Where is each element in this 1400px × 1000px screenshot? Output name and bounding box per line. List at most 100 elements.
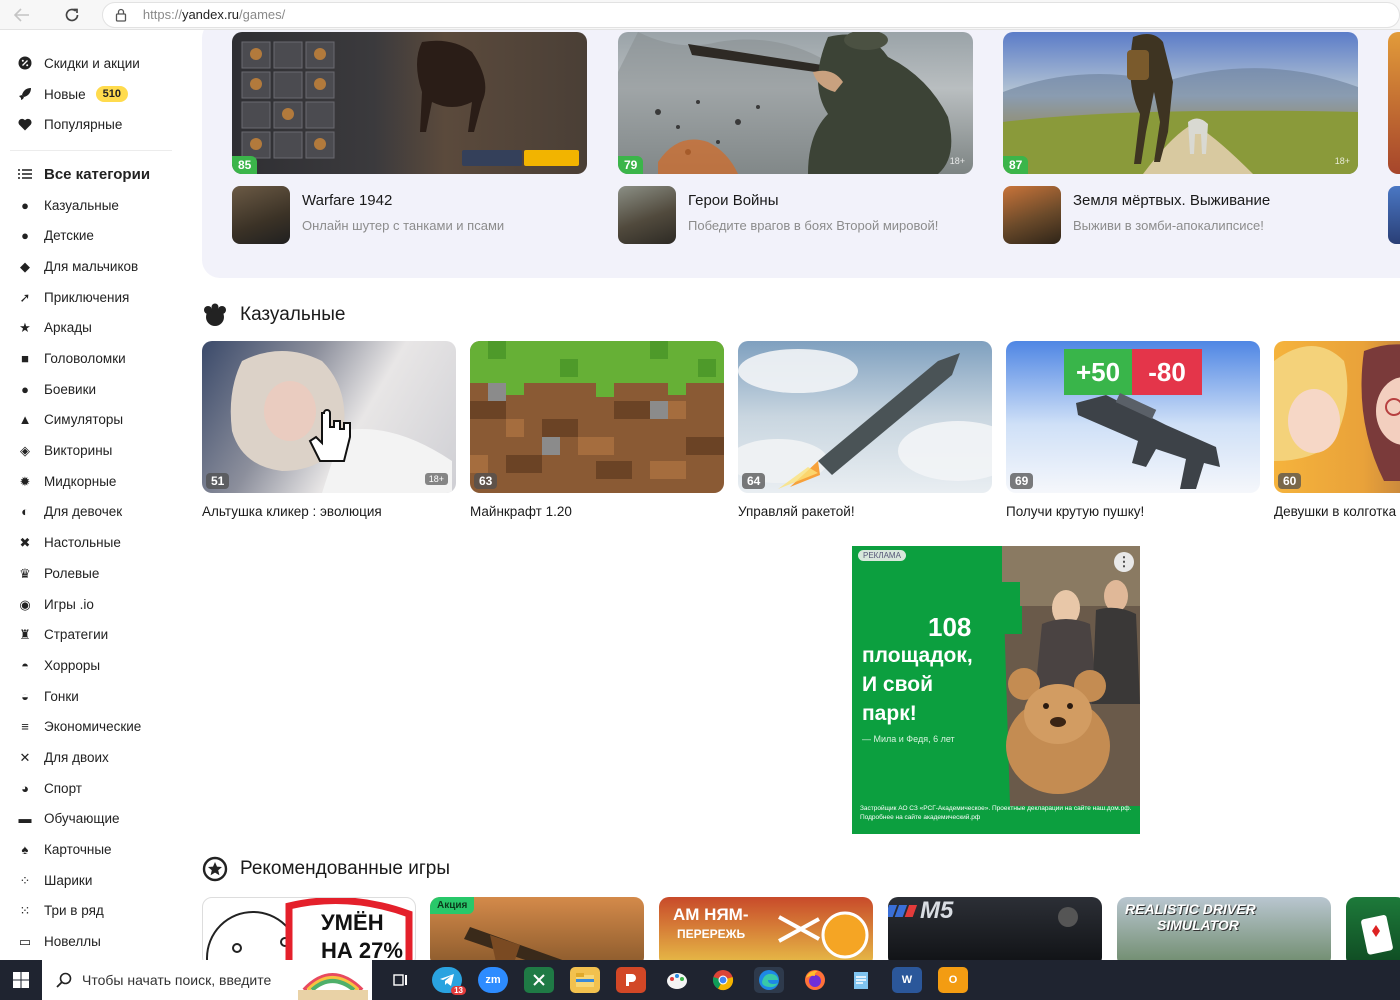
sidebar-item-category[interactable]: ✕ Для двоих	[0, 742, 182, 773]
game-cover[interactable]: 87 18+	[1003, 32, 1358, 174]
game-title[interactable]: Управляй ракетой!	[738, 504, 992, 519]
sidebar-item-category[interactable]: ◉ Игры .io	[0, 589, 182, 620]
rating-badge: 63	[474, 473, 498, 489]
sidebar-item-category[interactable]: ▲ Симуляторы	[0, 405, 182, 436]
rec-card-text: M5	[920, 897, 954, 924]
reload-button[interactable]	[58, 1, 86, 29]
sidebar-item-category[interactable]: ◐ Для девочек	[0, 497, 182, 528]
sidebar-item-category[interactable]: ◆ Для мальчиков	[0, 251, 182, 282]
game-title[interactable]: Получи крутую пушку!	[1006, 504, 1260, 519]
sidebar-item-category[interactable]: ● Боевики	[0, 374, 182, 405]
search-placeholder: Чтобы начать поиск, введите	[82, 972, 272, 988]
sidebar-item-category[interactable]: ◓ Хорроры	[0, 650, 182, 681]
excel-icon[interactable]	[524, 967, 554, 993]
sidebar-item-category[interactable]: ⁘ Шарики	[0, 865, 182, 896]
sidebar-item-label: Головоломки	[44, 351, 126, 367]
two-players-icon: ✕	[19, 749, 31, 765]
recommended-game-card[interactable]: АМ НЯМ- ПЕРЕРЕЖЬ	[659, 897, 873, 960]
game-cover[interactable]: 51 18+	[202, 341, 456, 493]
sidebar-item-category[interactable]: ≡ Экономические	[0, 711, 182, 742]
sidebar-item-popular[interactable]: Популярные	[0, 109, 182, 140]
sidebar-item-category[interactable]: ■ Головоломки	[0, 343, 182, 374]
game-title[interactable]: Герои Войны	[688, 192, 938, 209]
game-cover[interactable]: 79 18+	[618, 32, 973, 174]
sidebar-item-discounts[interactable]: Скидки и акции	[0, 48, 182, 79]
section-title-recommended[interactable]: Рекомендованные игры	[202, 856, 450, 882]
lock-icon	[115, 8, 129, 22]
taskbar-search-input[interactable]: Чтобы начать поиск, введите	[42, 960, 372, 1000]
game-card[interactable]: 51 18+ Альтушка кликер : эволюция	[202, 341, 456, 519]
outlook-icon[interactable]: O	[938, 967, 968, 993]
paint-icon[interactable]	[662, 967, 692, 993]
rating-badge: 85	[232, 156, 258, 174]
sidebar-item-category[interactable]: ★ Аркады	[0, 313, 182, 344]
sidebar-item-category[interactable]: ▬ Обучающие	[0, 804, 182, 835]
sidebar-item-all-categories[interactable]: Все категории	[0, 159, 182, 190]
game-cover[interactable]: 60	[1274, 341, 1400, 493]
sidebar-item-category[interactable]: ◕ Спорт	[0, 773, 182, 804]
outlook-label: O	[948, 974, 958, 986]
game-cover[interactable]: 64	[738, 341, 992, 493]
game-title[interactable]: Warfare 1942	[302, 192, 504, 209]
firefox-icon[interactable]	[800, 967, 830, 993]
featured-game-card-partial[interactable]	[1388, 32, 1400, 174]
featured-game-card[interactable]: 79 18+ Герои Войны Победите врагов в боя…	[618, 32, 973, 244]
game-title[interactable]: Майнкрафт 1.20	[470, 504, 724, 519]
advertisement-banner[interactable]: РЕКЛАМА ⋮ 108 площадок, И свой парк! — М…	[852, 546, 1140, 834]
game-title[interactable]: Альтушка кликер : эволюция	[202, 504, 456, 519]
sidebar-item-category[interactable]: ✹ Мидкорные	[0, 466, 182, 497]
ad-menu-button[interactable]: ⋮	[1114, 552, 1134, 572]
notepad-icon[interactable]	[846, 967, 876, 993]
telegram-icon[interactable]: 13	[432, 967, 466, 995]
sidebar-item-category[interactable]: ● Казуальные	[0, 190, 182, 221]
game-cover[interactable]: 63	[470, 341, 724, 493]
recommended-game-card-partial[interactable]	[1346, 897, 1400, 960]
game-title[interactable]: Земля мёртвых. Выживание	[1073, 192, 1270, 209]
zoom-icon[interactable]: zm	[478, 967, 508, 993]
sidebar-item-label: Для девочек	[44, 504, 123, 520]
sidebar-item-category[interactable]: ▭ Новеллы	[0, 926, 182, 957]
powerpoint-icon[interactable]	[616, 967, 646, 993]
featured-game-card[interactable]: 85 Warfare 1942 Онлайн шутер с танками и…	[232, 32, 587, 244]
game-card[interactable]: 63 Майнкрафт 1.20	[470, 341, 724, 519]
word-icon[interactable]: W	[892, 967, 922, 993]
game-title[interactable]: Девушки в колготка	[1274, 504, 1400, 519]
game-cover[interactable]: 85	[232, 32, 587, 174]
category-list: ● Казуальные ● Детские ◆ Для мальчиков ➚ Приклю…	[0, 190, 182, 957]
section-title-casual[interactable]: Казуальные	[202, 302, 345, 328]
sidebar-item-category[interactable]: ◈ Викторины	[0, 435, 182, 466]
game-card[interactable]: +50 -80 69 Получи крутую пушку!	[1006, 341, 1260, 519]
chrome-icon[interactable]	[708, 967, 738, 993]
arcade-icon: ★	[19, 320, 31, 336]
io-icon: ◉	[19, 596, 31, 612]
casual-icon: ●	[21, 197, 29, 213]
start-button[interactable]	[0, 960, 42, 1000]
recommended-game-card[interactable]: M5	[888, 897, 1102, 960]
game-card[interactable]: 64 Управляй ракетой!	[738, 341, 992, 519]
file-explorer-icon[interactable]	[570, 967, 600, 993]
back-button[interactable]	[8, 1, 36, 29]
recommended-game-card[interactable]: УМЁН НА 27%	[202, 897, 416, 960]
sidebar-item-category[interactable]: ⁙ Три в ряд	[0, 896, 182, 927]
recommended-game-card[interactable]: REALISTIC DRIVER SIMULATOR	[1117, 897, 1331, 960]
edge-icon[interactable]	[754, 967, 784, 993]
game-cover[interactable]: +50 -80 69	[1006, 341, 1260, 493]
sidebar-item-category[interactable]: ♛ Ролевые	[0, 558, 182, 589]
featured-game-card[interactable]: 87 18+ Земля мёртвых. Выживание Выживи в…	[1003, 32, 1358, 244]
game-card[interactable]: 60 Девушки в колготка	[1274, 341, 1400, 519]
address-bar[interactable]: https://yandex.ru/games/	[101, 1, 1400, 28]
url-protocol: https://	[142, 7, 182, 22]
sidebar-item-category[interactable]: ♠ Карточные	[0, 834, 182, 865]
sidebar-item-category[interactable]: ✖ Настольные	[0, 527, 182, 558]
task-view-icon[interactable]	[386, 967, 416, 993]
sidebar-item-new[interactable]: Новые 510	[0, 79, 182, 110]
sidebar-item-category[interactable]: ◒ Гонки	[0, 681, 182, 712]
sidebar-item-label: Обучающие	[44, 811, 120, 827]
sidebar-item-category[interactable]: ● Детские	[0, 220, 182, 251]
sidebar-item-category[interactable]: ♜ Стратегии	[0, 619, 182, 650]
sidebar-item-category[interactable]: ➚ Приключения	[0, 282, 182, 313]
recommended-game-card[interactable]: Акция	[430, 897, 644, 960]
cover-art	[618, 32, 952, 174]
game-description: Выживи в зомби-апокалипсисе!	[1073, 218, 1264, 233]
promo-badge: Акция	[430, 897, 475, 914]
